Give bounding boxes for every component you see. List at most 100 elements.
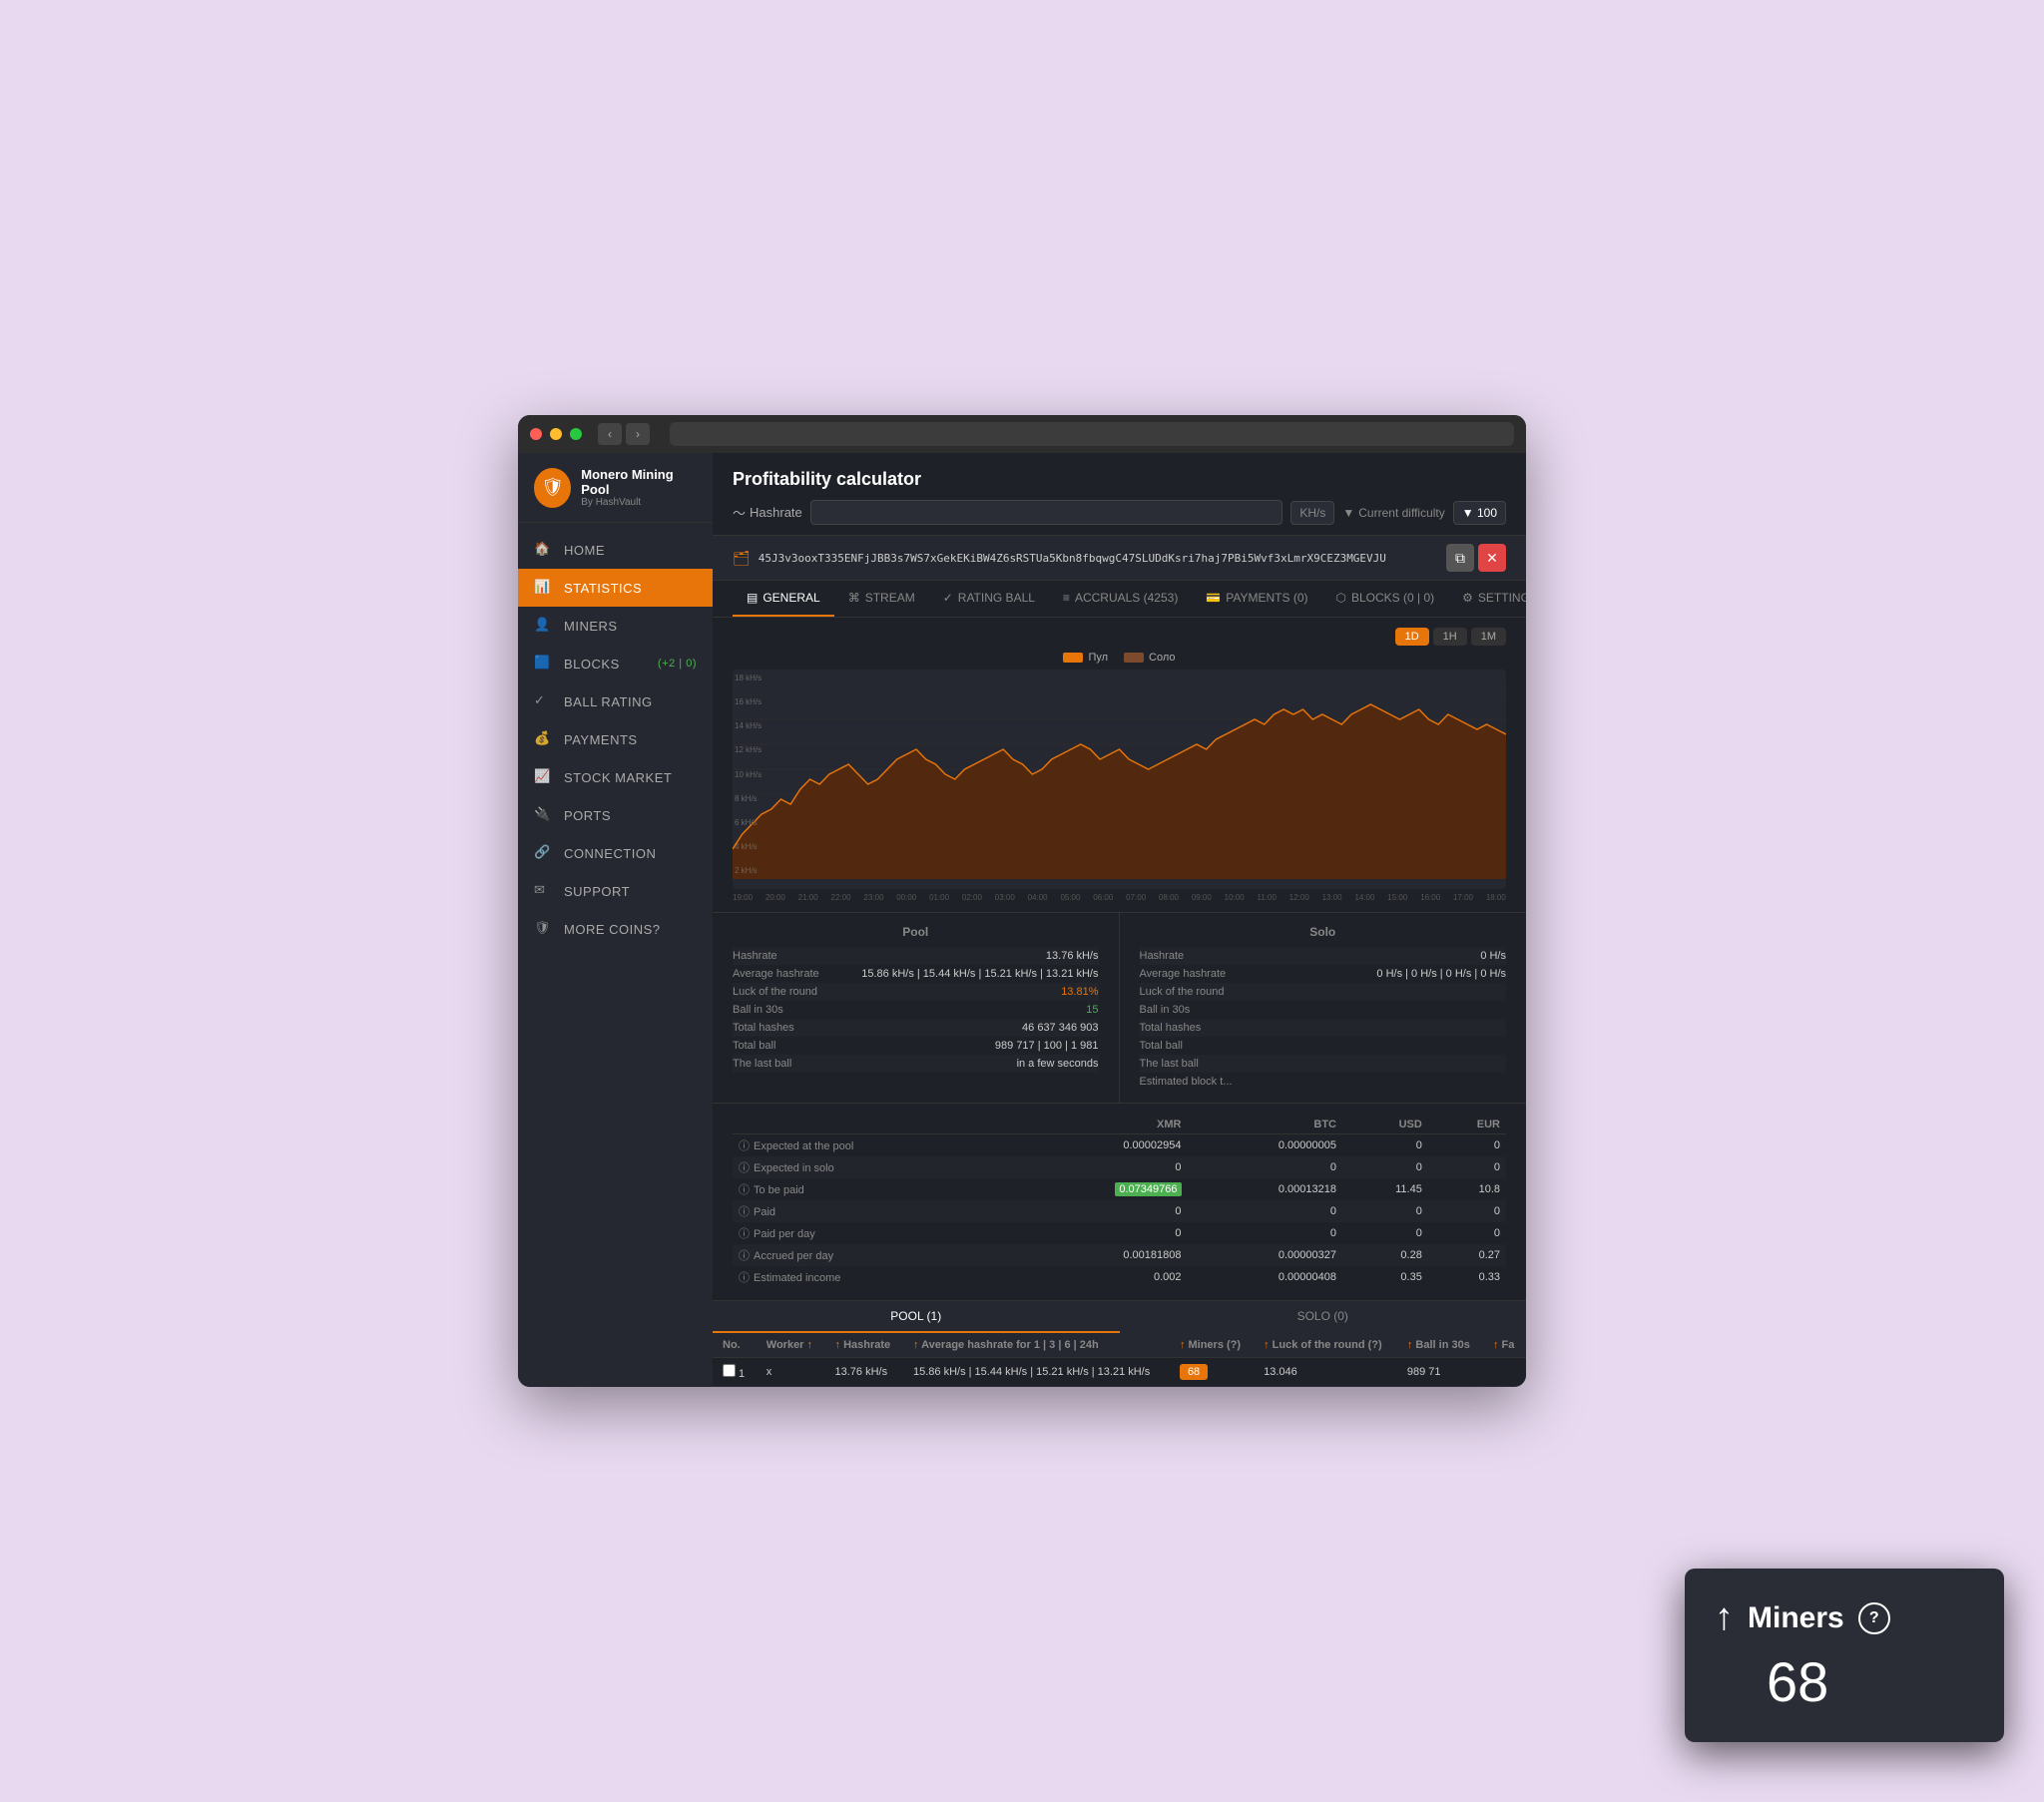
earnings-xmr: 0.00181808 xyxy=(1014,1244,1187,1266)
y-label-6: 6 kH/s xyxy=(735,818,762,827)
nav-icon-home: 🏠 xyxy=(534,541,552,559)
worker-avg-hashrate: 15.86 kH/s | 15.44 kH/s | 15.21 kH/s | 1… xyxy=(903,1358,1170,1387)
y-label-2: 2 kH/s xyxy=(735,866,762,875)
nav-icon-blocks: 🟦 xyxy=(534,655,552,673)
earnings-row: ⓘPaid 0 0 0 0 xyxy=(733,1200,1506,1222)
ball-value: 15 xyxy=(1086,1004,1098,1016)
stats-row: The last ball in a few seconds xyxy=(733,1055,1099,1073)
x-label: 07:00 xyxy=(1126,893,1146,902)
x-label: 12:00 xyxy=(1289,893,1309,902)
stats-label: Average hashrate xyxy=(733,968,819,980)
workers-tab-pool[interactable]: POOL (1) xyxy=(713,1301,1120,1333)
col-no: No. xyxy=(713,1333,757,1358)
earnings-btc: 0.00000327 xyxy=(1188,1244,1342,1266)
close-wallet-button[interactable]: ✕ xyxy=(1478,544,1506,572)
tab-icon-general: ▤ xyxy=(747,591,758,605)
y-label-8: 8 kH/s xyxy=(735,794,762,803)
stats-label: Hashrate xyxy=(1140,950,1185,962)
sidebar-item-home[interactable]: 🏠 HOME xyxy=(518,531,713,569)
sidebar-item-connection[interactable]: 🔗 CONNECTION xyxy=(518,834,713,872)
tab-icon-accruals: ≡ xyxy=(1063,591,1070,605)
sidebar-item-blocks[interactable]: 🟦 BLOCKS (+2 | 0) xyxy=(518,645,713,682)
sidebar-item-stock_market[interactable]: 📈 STOCK MARKET xyxy=(518,758,713,796)
chart-btn-1h[interactable]: 1H xyxy=(1433,628,1467,646)
earnings-usd: 0.35 xyxy=(1342,1266,1428,1288)
tab-label-rating_ball: RATING BALL xyxy=(958,591,1035,605)
maximize-button[interactable] xyxy=(570,428,582,440)
earnings-btc: 0.00013218 xyxy=(1188,1178,1342,1200)
address-bar[interactable] xyxy=(670,422,1514,446)
y-label-18: 18 kH/s xyxy=(735,674,762,682)
wallet-icon: 🗂 xyxy=(733,550,751,567)
earnings-col-usd: USD xyxy=(1342,1116,1428,1134)
solo-stats: Solo Hashrate 0 H/s Average hashrate 0 H… xyxy=(1120,913,1527,1103)
earnings-btc: 0 xyxy=(1188,1200,1342,1222)
copy-wallet-button[interactable]: ⧉ xyxy=(1446,544,1474,572)
nav-buttons: ‹ › xyxy=(598,423,650,445)
legend-solo-label: Соло xyxy=(1149,652,1175,664)
nav-icon-statistics: 📊 xyxy=(534,579,552,597)
close-button[interactable] xyxy=(530,428,542,440)
sidebar-item-ball_rating[interactable]: ✓ BALL RATING xyxy=(518,682,713,720)
sidebar-item-miners[interactable]: 👤 MINERS xyxy=(518,607,713,645)
earnings-row: ⓘExpected in solo 0 0 0 0 xyxy=(733,1156,1506,1178)
minimize-button[interactable] xyxy=(550,428,562,440)
stats-row: Hashrate 13.76 kH/s xyxy=(733,947,1099,965)
nav-badge-blocks: (+2 | 0) xyxy=(658,658,697,670)
earnings-label: ⓘAccrued per day xyxy=(733,1244,1014,1266)
tab-label-accruals: ACCRUALS (4253) xyxy=(1075,591,1178,605)
chart-btn-1d[interactable]: 1D xyxy=(1395,628,1429,646)
logo-subtitle: By HashVault xyxy=(581,497,697,508)
worker-checkbox[interactable] xyxy=(723,1364,736,1377)
main-layout: 🛡 Monero Mining Pool By HashVault 🏠 HOME… xyxy=(518,453,1526,1387)
x-label: 09:00 xyxy=(1192,893,1212,902)
calc-title: Profitability calculator xyxy=(733,469,1506,490)
stats-label: Hashrate xyxy=(733,950,777,962)
tab-blocks[interactable]: ⬡BLOCKS (0 | 0) xyxy=(1322,581,1449,617)
col-luck: ↑ Luck of the round (?) xyxy=(1254,1333,1397,1358)
sidebar-item-payments[interactable]: 💰 PAYMENTS xyxy=(518,720,713,758)
col-hashrate: ↑ Hashrate xyxy=(825,1333,903,1358)
tab-settings[interactable]: ⚙SETTINGS xyxy=(1448,581,1526,617)
hashrate-input[interactable] xyxy=(810,500,1283,525)
earnings-eur: 0 xyxy=(1428,1222,1506,1244)
nav-label-payments: PAYMENTS xyxy=(564,732,638,747)
nav-icon-more_coins: 🛡 xyxy=(534,920,552,938)
earnings-xmr: 0.002 xyxy=(1014,1266,1187,1288)
earnings-xmr: 0.07349766 xyxy=(1014,1178,1187,1200)
tab-payments[interactable]: 💳PAYMENTS (0) xyxy=(1192,581,1321,617)
forward-button[interactable]: › xyxy=(626,423,650,445)
tab-rating_ball[interactable]: ✓RATING BALL xyxy=(929,581,1049,617)
x-label: 16:00 xyxy=(1420,893,1440,902)
earnings-usd: 0 xyxy=(1342,1134,1428,1157)
sidebar: 🛡 Monero Mining Pool By HashVault 🏠 HOME… xyxy=(518,453,713,1387)
sidebar-item-support[interactable]: ✉ SUPPORT xyxy=(518,872,713,910)
col-miners: ↑ Miners (?) xyxy=(1170,1333,1254,1358)
y-label-14: 14 kH/s xyxy=(735,721,762,730)
worker-no: 1 xyxy=(713,1358,757,1387)
back-button[interactable]: ‹ xyxy=(598,423,622,445)
x-label: 19:00 xyxy=(733,893,753,902)
col-ball-30s: ↑ Ball in 30s xyxy=(1397,1333,1483,1358)
workers-tab-solo[interactable]: SOLO (0) xyxy=(1120,1301,1527,1333)
earnings-col-btc: BTC xyxy=(1188,1116,1342,1134)
sidebar-item-ports[interactable]: 🔌 PORTS xyxy=(518,796,713,834)
stats-value: 46 637 346 903 xyxy=(1022,1022,1098,1034)
earnings-eur: 0.33 xyxy=(1428,1266,1506,1288)
sidebar-item-statistics[interactable]: 📊 STATISTICS xyxy=(518,569,713,607)
y-label-10: 10 kH/s xyxy=(735,770,762,779)
y-label-12: 12 kH/s xyxy=(735,745,762,754)
chart-btn-1m[interactable]: 1M xyxy=(1471,628,1506,646)
x-label: 21:00 xyxy=(798,893,818,902)
tab-label-settings: SETTINGS xyxy=(1478,591,1526,605)
earnings-xmr: 0 xyxy=(1014,1156,1187,1178)
stats-row: Estimated block t... xyxy=(1140,1073,1507,1091)
chart-area: 1D 1H 1M Пул Соло xyxy=(713,618,1526,912)
tab-accruals[interactable]: ≡ ACCRUALS (4253) xyxy=(1049,581,1192,617)
x-labels: 19:00 20:00 21:00 22:00 23:00 00:00 01:0… xyxy=(733,891,1506,902)
workers-table-container: No. Worker ↑ ↑ Hashrate ↑ Average hashra… xyxy=(713,1333,1526,1387)
sidebar-item-more_coins[interactable]: 🛡 More coins? xyxy=(518,910,713,948)
tab-stream[interactable]: ⌘STREAM xyxy=(834,581,929,617)
tab-general[interactable]: ▤GENERAL xyxy=(733,581,834,617)
chart-period-controls: 1D 1H 1M xyxy=(733,628,1506,646)
